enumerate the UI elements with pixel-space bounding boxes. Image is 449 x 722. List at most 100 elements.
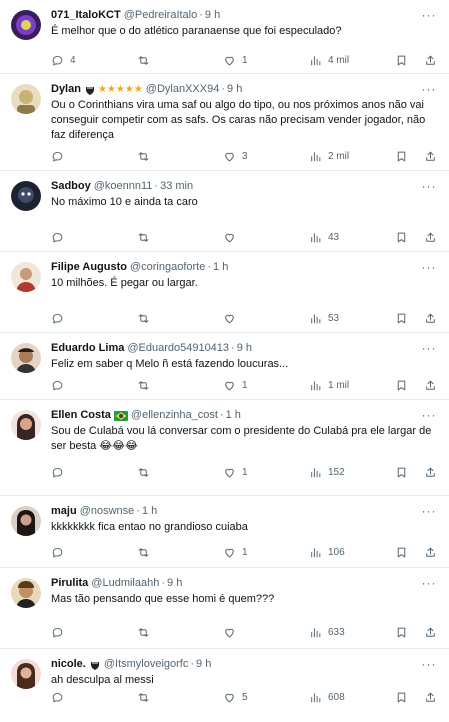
display-name[interactable]: Filipe Augusto xyxy=(51,260,127,275)
reply-button[interactable] xyxy=(51,624,64,640)
more-options-icon[interactable]: ··· xyxy=(421,179,437,193)
user-handle[interactable]: @coringaoforte xyxy=(130,260,205,275)
like-button[interactable]: 1 xyxy=(223,544,248,560)
post[interactable]: Eduardo Lima @Eduardo54910413 · 9 h Feli… xyxy=(0,333,449,400)
avatar[interactable] xyxy=(11,262,41,292)
share-button[interactable] xyxy=(424,148,437,164)
avatar[interactable] xyxy=(11,181,41,211)
views-button[interactable]: 608 xyxy=(309,689,345,705)
retweet-button[interactable] xyxy=(137,310,150,326)
share-button[interactable] xyxy=(424,377,437,393)
retweet-button[interactable] xyxy=(137,689,150,705)
share-button[interactable] xyxy=(424,624,437,640)
reply-button[interactable] xyxy=(51,229,64,245)
share-button[interactable] xyxy=(424,544,437,560)
timestamp[interactable]: 1 h xyxy=(213,260,228,275)
retweet-button[interactable] xyxy=(137,624,150,640)
retweet-button[interactable] xyxy=(137,544,150,560)
more-options-icon[interactable]: ··· xyxy=(421,82,437,96)
timestamp[interactable]: 9 h xyxy=(196,657,211,672)
like-button[interactable] xyxy=(223,624,236,640)
views-button[interactable]: 4 mil xyxy=(309,52,349,68)
user-handle[interactable]: @Eduardo54910413 xyxy=(127,341,229,356)
views-button[interactable]: 106 xyxy=(309,544,345,560)
views-button[interactable]: 1 mil xyxy=(309,377,349,393)
timestamp[interactable]: 33 min xyxy=(160,179,193,194)
avatar[interactable] xyxy=(11,343,41,373)
bookmark-button[interactable] xyxy=(395,544,408,560)
avatar[interactable] xyxy=(11,10,41,40)
reply-button[interactable] xyxy=(51,148,64,164)
display-name[interactable]: Eduardo Lima xyxy=(51,341,124,356)
timestamp[interactable]: 1 h xyxy=(142,504,157,519)
reply-button[interactable] xyxy=(51,377,64,393)
reply-button[interactable] xyxy=(51,689,64,705)
post[interactable]: Filipe Augusto @coringaoforte · 1 h 10 m… xyxy=(0,252,449,333)
display-name[interactable]: 071_ItaloKCT xyxy=(51,8,121,23)
more-options-icon[interactable]: ··· xyxy=(421,341,437,355)
more-options-icon[interactable]: ··· xyxy=(421,408,437,422)
avatar[interactable] xyxy=(11,578,41,608)
user-handle[interactable]: @Itsmyloveigorfc xyxy=(104,657,189,672)
retweet-button[interactable] xyxy=(137,464,150,480)
like-button[interactable]: 1 xyxy=(223,377,248,393)
user-handle[interactable]: @ellenzinha_cost xyxy=(131,408,218,423)
views-button[interactable]: 152 xyxy=(309,464,345,480)
post[interactable]: Dylan ★★★★★ @DylanXXX94 · 9 h Ou o Corin… xyxy=(0,74,449,171)
bookmark-button[interactable] xyxy=(395,624,408,640)
display-name[interactable]: maju xyxy=(51,504,77,519)
more-options-icon[interactable]: ··· xyxy=(421,260,437,274)
post[interactable]: Pirulita @Ludmilaahh · 9 h Mas tão pensa… xyxy=(0,568,449,649)
user-handle[interactable]: @Ludmilaahh xyxy=(91,576,159,591)
views-button[interactable]: 633 xyxy=(309,624,345,640)
user-handle[interactable]: @PedreiraItalo xyxy=(124,8,198,23)
timestamp[interactable]: 9 h xyxy=(227,82,242,97)
post[interactable]: 071_ItaloKCT @PedreiraItalo · 9 h É melh… xyxy=(0,0,449,74)
display-name[interactable]: Ellen Costa xyxy=(51,408,111,423)
more-options-icon[interactable]: ··· xyxy=(421,576,437,590)
user-handle[interactable]: @koennn11 xyxy=(94,179,153,194)
retweet-button[interactable] xyxy=(137,52,150,68)
avatar[interactable] xyxy=(11,84,41,114)
timestamp[interactable]: 9 h xyxy=(167,576,182,591)
post[interactable]: Sadboy @koennn11 · 33 min No máximo 10 e… xyxy=(0,171,449,252)
user-handle[interactable]: @noswnse xyxy=(80,504,135,519)
post[interactable]: maju @noswnse · 1 h kkkkkkkk fica entao … xyxy=(0,496,449,568)
display-name[interactable]: nicole. xyxy=(51,657,86,672)
bookmark-button[interactable] xyxy=(395,377,408,393)
like-button[interactable]: 3 xyxy=(223,148,248,164)
share-button[interactable] xyxy=(424,310,437,326)
share-button[interactable] xyxy=(424,229,437,245)
bookmark-button[interactable] xyxy=(395,52,408,68)
avatar[interactable] xyxy=(11,506,41,536)
avatar[interactable] xyxy=(11,410,41,440)
avatar[interactable] xyxy=(11,659,41,689)
like-button[interactable] xyxy=(223,310,236,326)
post[interactable]: Ellen Costa @ellenzinha_cost · 1 h Sou d… xyxy=(0,400,449,496)
reply-button[interactable]: 4 xyxy=(51,52,76,68)
views-button[interactable]: 43 xyxy=(309,229,339,245)
bookmark-button[interactable] xyxy=(395,464,408,480)
more-options-icon[interactable]: ··· xyxy=(421,504,437,518)
views-button[interactable]: 53 xyxy=(309,310,339,326)
share-button[interactable] xyxy=(424,52,437,68)
views-button[interactable]: 2 mil xyxy=(309,148,349,164)
retweet-button[interactable] xyxy=(137,229,150,245)
display-name[interactable]: Sadboy xyxy=(51,179,91,194)
timestamp[interactable]: 9 h xyxy=(205,8,220,23)
like-button[interactable]: 1 xyxy=(223,52,248,68)
timestamp[interactable]: 9 h xyxy=(237,341,252,356)
bookmark-button[interactable] xyxy=(395,689,408,705)
display-name[interactable]: Pirulita xyxy=(51,576,88,591)
reply-button[interactable] xyxy=(51,464,64,480)
bookmark-button[interactable] xyxy=(395,229,408,245)
like-button[interactable]: 5 xyxy=(223,689,248,705)
user-handle[interactable]: @DylanXXX94 xyxy=(146,82,220,97)
bookmark-button[interactable] xyxy=(395,310,408,326)
like-button[interactable] xyxy=(223,229,236,245)
share-button[interactable] xyxy=(424,689,437,705)
more-options-icon[interactable]: ··· xyxy=(421,8,437,22)
share-button[interactable] xyxy=(424,464,437,480)
post[interactable]: nicole. @Itsmyloveigorfc · 9 h ah descul… xyxy=(0,649,449,722)
more-options-icon[interactable]: ··· xyxy=(421,657,437,671)
